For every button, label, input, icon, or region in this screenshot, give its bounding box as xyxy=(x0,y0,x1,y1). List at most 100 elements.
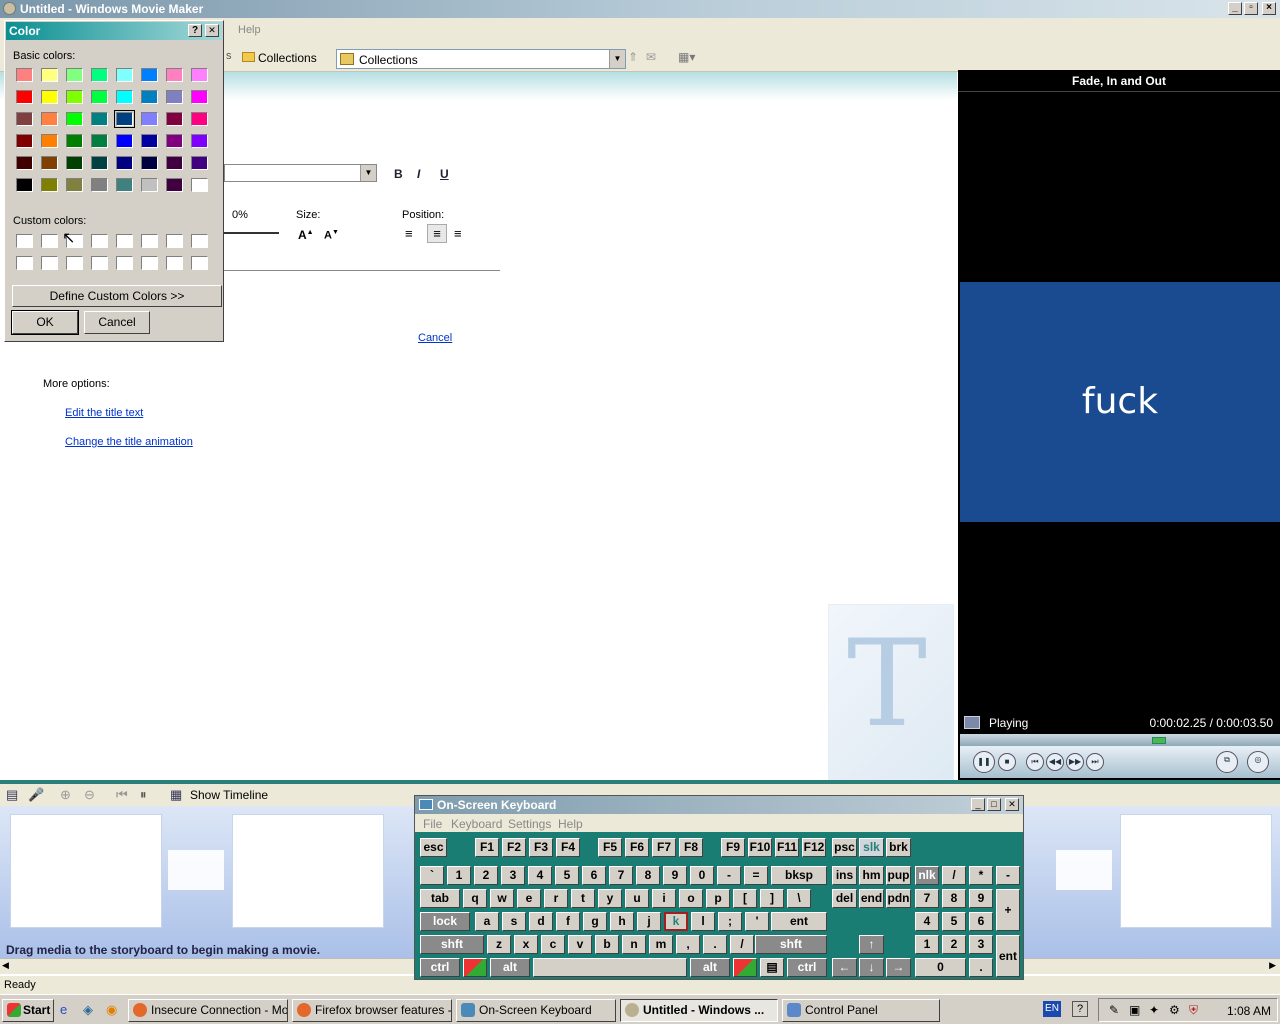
zoom-out-icon[interactable]: ⊖ xyxy=(84,787,95,803)
key-o[interactable]: o xyxy=(679,889,703,908)
key-[interactable]: . xyxy=(969,958,993,977)
key-t[interactable]: t xyxy=(571,889,595,908)
chevron-down-icon[interactable]: ▼ xyxy=(360,165,376,181)
custom-color-swatch[interactable] xyxy=(166,234,183,248)
key-g[interactable]: g xyxy=(583,912,607,931)
tray-app-icon[interactable]: ✎ xyxy=(1109,1003,1119,1017)
start-button[interactable]: Start xyxy=(2,999,54,1022)
basic-color-swatch[interactable] xyxy=(191,178,208,192)
basic-color-swatch[interactable] xyxy=(16,156,33,170)
key-ctrl[interactable]: ctrl xyxy=(420,958,460,977)
key-pdn[interactable]: pdn xyxy=(886,889,911,908)
custom-color-swatch[interactable] xyxy=(41,256,58,270)
key-pup[interactable]: pup xyxy=(886,866,911,885)
key-5[interactable]: 5 xyxy=(555,866,579,885)
key-1[interactable]: 1 xyxy=(447,866,471,885)
key-esc[interactable]: esc xyxy=(420,838,447,857)
key-[interactable]: - xyxy=(717,866,741,885)
basic-color-swatch[interactable] xyxy=(41,134,58,148)
key-q[interactable]: q xyxy=(463,889,487,908)
basic-color-swatch[interactable] xyxy=(191,156,208,170)
basic-color-swatch[interactable] xyxy=(166,112,183,126)
basic-color-swatch[interactable] xyxy=(66,90,83,104)
key-[interactable]: ↑ xyxy=(859,935,884,954)
osk-menu-help[interactable]: Help xyxy=(558,817,583,831)
decrease-size-icon[interactable]: A▼ xyxy=(324,229,339,242)
key-F2[interactable]: F2 xyxy=(502,838,526,857)
key-7[interactable]: 7 xyxy=(609,866,633,885)
basic-color-swatch[interactable] xyxy=(141,68,158,82)
key-shft[interactable]: shft xyxy=(420,935,484,954)
pause-icon[interactable]: ❚❚ xyxy=(973,751,995,773)
task-control-panel[interactable]: Control Panel xyxy=(782,999,940,1022)
cancel-button[interactable]: Cancel xyxy=(84,311,150,334)
basic-color-swatch[interactable] xyxy=(16,68,33,82)
osk-menu-settings[interactable]: Settings xyxy=(508,817,551,831)
basic-color-swatch[interactable] xyxy=(191,90,208,104)
key-[interactable]: [ xyxy=(733,889,757,908)
custom-color-swatch[interactable] xyxy=(91,234,108,248)
basic-color-swatch[interactable] xyxy=(41,156,58,170)
underline-button[interactable]: U xyxy=(440,167,449,181)
views-icon[interactable]: ▦▾ xyxy=(678,50,695,64)
bold-button[interactable]: B xyxy=(394,167,403,181)
basic-color-swatch[interactable] xyxy=(16,112,33,126)
key-shft[interactable]: shft xyxy=(755,935,827,954)
up-folder-icon[interactable]: ⇑ xyxy=(628,50,638,64)
define-custom-colors-button[interactable]: Define Custom Colors >> xyxy=(12,285,222,307)
key-F5[interactable]: F5 xyxy=(598,838,622,857)
key-bksp[interactable]: bksp xyxy=(771,866,827,885)
ok-button[interactable]: OK xyxy=(11,310,79,335)
transparency-slider[interactable] xyxy=(224,232,279,234)
key-F10[interactable]: F10 xyxy=(748,838,772,857)
key-v[interactable]: v xyxy=(568,935,592,954)
key-[interactable]: = xyxy=(744,866,768,885)
custom-color-swatch[interactable] xyxy=(91,256,108,270)
clock[interactable]: 1:08 AM xyxy=(1227,1004,1271,1018)
key-3[interactable]: 3 xyxy=(501,866,525,885)
basic-color-swatch[interactable] xyxy=(16,90,33,104)
key-3[interactable]: 3 xyxy=(969,935,993,954)
key-slk[interactable]: slk xyxy=(859,838,884,857)
key-brk[interactable]: brk xyxy=(886,838,911,857)
basic-color-swatch[interactable] xyxy=(166,178,183,192)
previous-frame-icon[interactable]: ⏮ xyxy=(1026,753,1044,771)
basic-color-swatch[interactable] xyxy=(66,156,83,170)
basic-color-swatch[interactable] xyxy=(16,178,33,192)
custom-color-swatch[interactable] xyxy=(141,256,158,270)
key-space[interactable] xyxy=(533,958,687,977)
network-icon[interactable]: ▣ xyxy=(1129,1003,1140,1017)
key-6[interactable]: 6 xyxy=(582,866,606,885)
security-alert-icon[interactable]: ⛨ xyxy=(1189,1003,1198,1018)
key-[interactable]: ↓ xyxy=(859,958,884,977)
basic-color-swatch[interactable] xyxy=(116,90,133,104)
key-e[interactable]: e xyxy=(517,889,541,908)
safely-remove-icon[interactable]: ⚙ xyxy=(1169,1003,1180,1017)
key-lock[interactable]: lock xyxy=(420,912,470,931)
key-9[interactable]: 9 xyxy=(969,889,993,908)
chevron-down-icon[interactable]: ▼ xyxy=(609,50,625,68)
zoom-in-icon[interactable]: ⊕ xyxy=(60,787,71,803)
restore-button[interactable]: ▫ xyxy=(1244,2,1258,15)
key-[interactable]: \ xyxy=(787,889,811,908)
key-8[interactable]: 8 xyxy=(636,866,660,885)
key-c[interactable]: c xyxy=(541,935,565,954)
basic-color-swatch[interactable] xyxy=(141,156,158,170)
key-[interactable]: . xyxy=(703,935,727,954)
storyboard-slot[interactable] xyxy=(10,814,162,928)
key-2[interactable]: 2 xyxy=(942,935,966,954)
key-a[interactable]: a xyxy=(475,912,499,931)
outlook-quicklaunch-icon[interactable]: ◈ xyxy=(83,1002,93,1018)
key-l[interactable]: l xyxy=(691,912,715,931)
task-movie-maker[interactable]: Untitled - Windows ... xyxy=(620,999,778,1022)
key-z[interactable]: z xyxy=(487,935,511,954)
show-timeline-button[interactable]: Show Timeline xyxy=(190,788,268,802)
basic-color-swatch[interactable] xyxy=(66,112,83,126)
basic-color-swatch[interactable] xyxy=(66,134,83,148)
basic-color-swatch[interactable] xyxy=(141,134,158,148)
osk-close-icon[interactable]: ✕ xyxy=(1005,798,1019,811)
custom-color-swatch[interactable] xyxy=(16,256,33,270)
key-x[interactable]: x xyxy=(514,935,538,954)
custom-color-swatch[interactable] xyxy=(166,256,183,270)
basic-color-swatch[interactable] xyxy=(191,68,208,82)
